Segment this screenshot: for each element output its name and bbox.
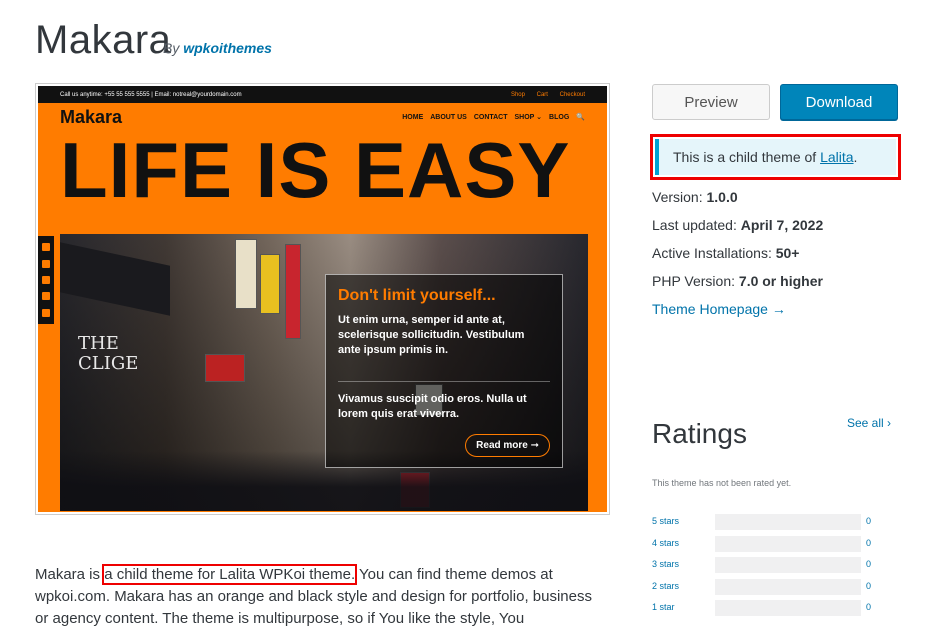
- overlay-text-2: Vivamus suscipit odio eros. Nulla ut lor…: [338, 380, 550, 422]
- rating-count-5: 0: [866, 516, 872, 526]
- rating-row-3: 3 stars 0: [652, 557, 877, 574]
- child-theme-notice: This is a child theme of Lalita.: [655, 139, 896, 175]
- ratings-heading: Ratings: [652, 418, 747, 449]
- php-value: 7.0 or higher: [738, 273, 823, 289]
- rating-bar-3: [715, 557, 861, 573]
- facebook-icon: [42, 243, 50, 252]
- rating-label-3[interactable]: 3 stars: [652, 559, 679, 569]
- shop-sign-text: THE CLIGE: [78, 333, 139, 374]
- rating-row-5: 5 stars 0: [652, 514, 877, 531]
- rating-label-5[interactable]: 5 stars: [652, 516, 679, 526]
- sign-decor: [205, 354, 245, 382]
- theme-homepage-link[interactable]: Theme Homepage →: [652, 301, 786, 317]
- nav-about: ABOUT US: [430, 113, 467, 121]
- sign-decor: [235, 239, 257, 309]
- rating-bar-1: [715, 600, 861, 616]
- screenshot-hero-text: LIFE IS EASY: [60, 126, 571, 214]
- topbar-contact: Call us anytime: +55 55 555 5555 | Email…: [60, 91, 242, 98]
- topbar-cart: Cart: [536, 91, 548, 98]
- street-photo: THE CLIGE Don't limit yourself... Ut enim…: [60, 234, 588, 511]
- download-button[interactable]: Download: [780, 84, 898, 120]
- php-version-row: PHP Version: 7.0 or higher: [652, 273, 823, 289]
- installs-row: Active Installations: 50+: [652, 245, 799, 261]
- author-link[interactable]: wpkoithemes: [183, 40, 272, 56]
- overlay-card: Don't limit yourself... Ut enim urna, se…: [325, 274, 563, 468]
- twitter-icon: [42, 259, 50, 268]
- overlay-title: Don't limit yourself...: [338, 287, 496, 304]
- nav-home: HOME: [402, 113, 424, 121]
- social-icons-bar: [38, 236, 54, 324]
- topbar-shop: Shop: [510, 91, 525, 98]
- preview-button[interactable]: Preview: [652, 84, 770, 120]
- topbar-links: Shop Cart Checkout: [501, 92, 585, 98]
- read-more-button: Read more ➞: [465, 434, 550, 457]
- topbar-checkout: Checkout: [559, 91, 585, 98]
- rating-bar-5: [715, 514, 861, 530]
- rating-row-4: 4 stars 0: [652, 536, 877, 553]
- last-updated-row: Last updated: April 7, 2022: [652, 217, 823, 233]
- installs-label: Active Installations:: [652, 245, 776, 261]
- overlay-text: Ut enim urna, semper id ante at, sceleri…: [338, 314, 525, 357]
- screenshot-nav-links: HOME ABOUT US CONTACT SHOP ⌄ BLOG 🔍: [402, 113, 585, 122]
- php-label: PHP Version:: [652, 273, 739, 289]
- sign-decor: [285, 244, 301, 339]
- rating-count-3: 0: [866, 559, 872, 569]
- see-all-ratings-link[interactable]: See all ›: [847, 416, 891, 430]
- sign-decor: [60, 242, 170, 316]
- child-theme-notice-highlight: This is a child theme of Lalita.: [650, 134, 901, 180]
- rating-row-1: 1 star 0: [652, 600, 877, 617]
- rating-count-2: 0: [866, 581, 872, 591]
- rating-row-2: 2 stars 0: [652, 579, 877, 596]
- rating-label-2[interactable]: 2 stars: [652, 581, 679, 591]
- search-icon: 🔍: [576, 114, 585, 121]
- email-icon: [42, 308, 50, 317]
- installs-value: 50+: [775, 245, 800, 261]
- byline: By wpkoithemes: [163, 40, 272, 56]
- version-value: 1.0.0: [706, 189, 738, 205]
- rating-label-4[interactable]: 4 stars: [652, 538, 679, 548]
- updated-value: April 7, 2022: [740, 217, 824, 233]
- theme-description: Makara is a child theme for Lalita WPKoi…: [35, 564, 600, 630]
- youtube-icon: [42, 275, 50, 284]
- linkedin-icon: [42, 292, 50, 301]
- notice-suffix: .: [853, 149, 858, 165]
- screenshot-brand: Makara: [60, 106, 123, 127]
- rating-count-4: 0: [866, 538, 872, 548]
- rating-bar-2: [715, 579, 861, 595]
- rating-bar-4: [715, 536, 861, 552]
- notice-prefix: This is a child theme of: [673, 149, 817, 165]
- rating-count-1: 0: [866, 602, 872, 612]
- by-label: By: [163, 40, 180, 56]
- version-label: Version:: [652, 189, 707, 205]
- sign-decor: [260, 254, 280, 314]
- screenshot-topbar: Call us anytime: +55 55 555 5555 | Email…: [38, 86, 607, 103]
- screenshot-canvas: Call us anytime: +55 55 555 5555 | Email…: [38, 86, 607, 512]
- page-title: Makara: [35, 18, 172, 62]
- nav-contact: CONTACT: [473, 113, 508, 121]
- theme-screenshot: Call us anytime: +55 55 555 5555 | Email…: [35, 83, 610, 515]
- nav-blog: BLOG: [549, 113, 570, 121]
- rating-label-1[interactable]: 1 star: [652, 602, 675, 612]
- desc-highlight: a child theme for Lalita WPKoi theme.: [102, 564, 358, 585]
- version-row: Version: 1.0.0: [652, 189, 738, 205]
- parent-theme-link[interactable]: Lalita: [820, 149, 853, 165]
- updated-label: Last updated:: [652, 217, 741, 233]
- not-rated-text: This theme has not been rated yet.: [652, 478, 792, 488]
- nav-shop: SHOP ⌄: [514, 114, 543, 121]
- desc-prefix: Makara is: [35, 566, 105, 583]
